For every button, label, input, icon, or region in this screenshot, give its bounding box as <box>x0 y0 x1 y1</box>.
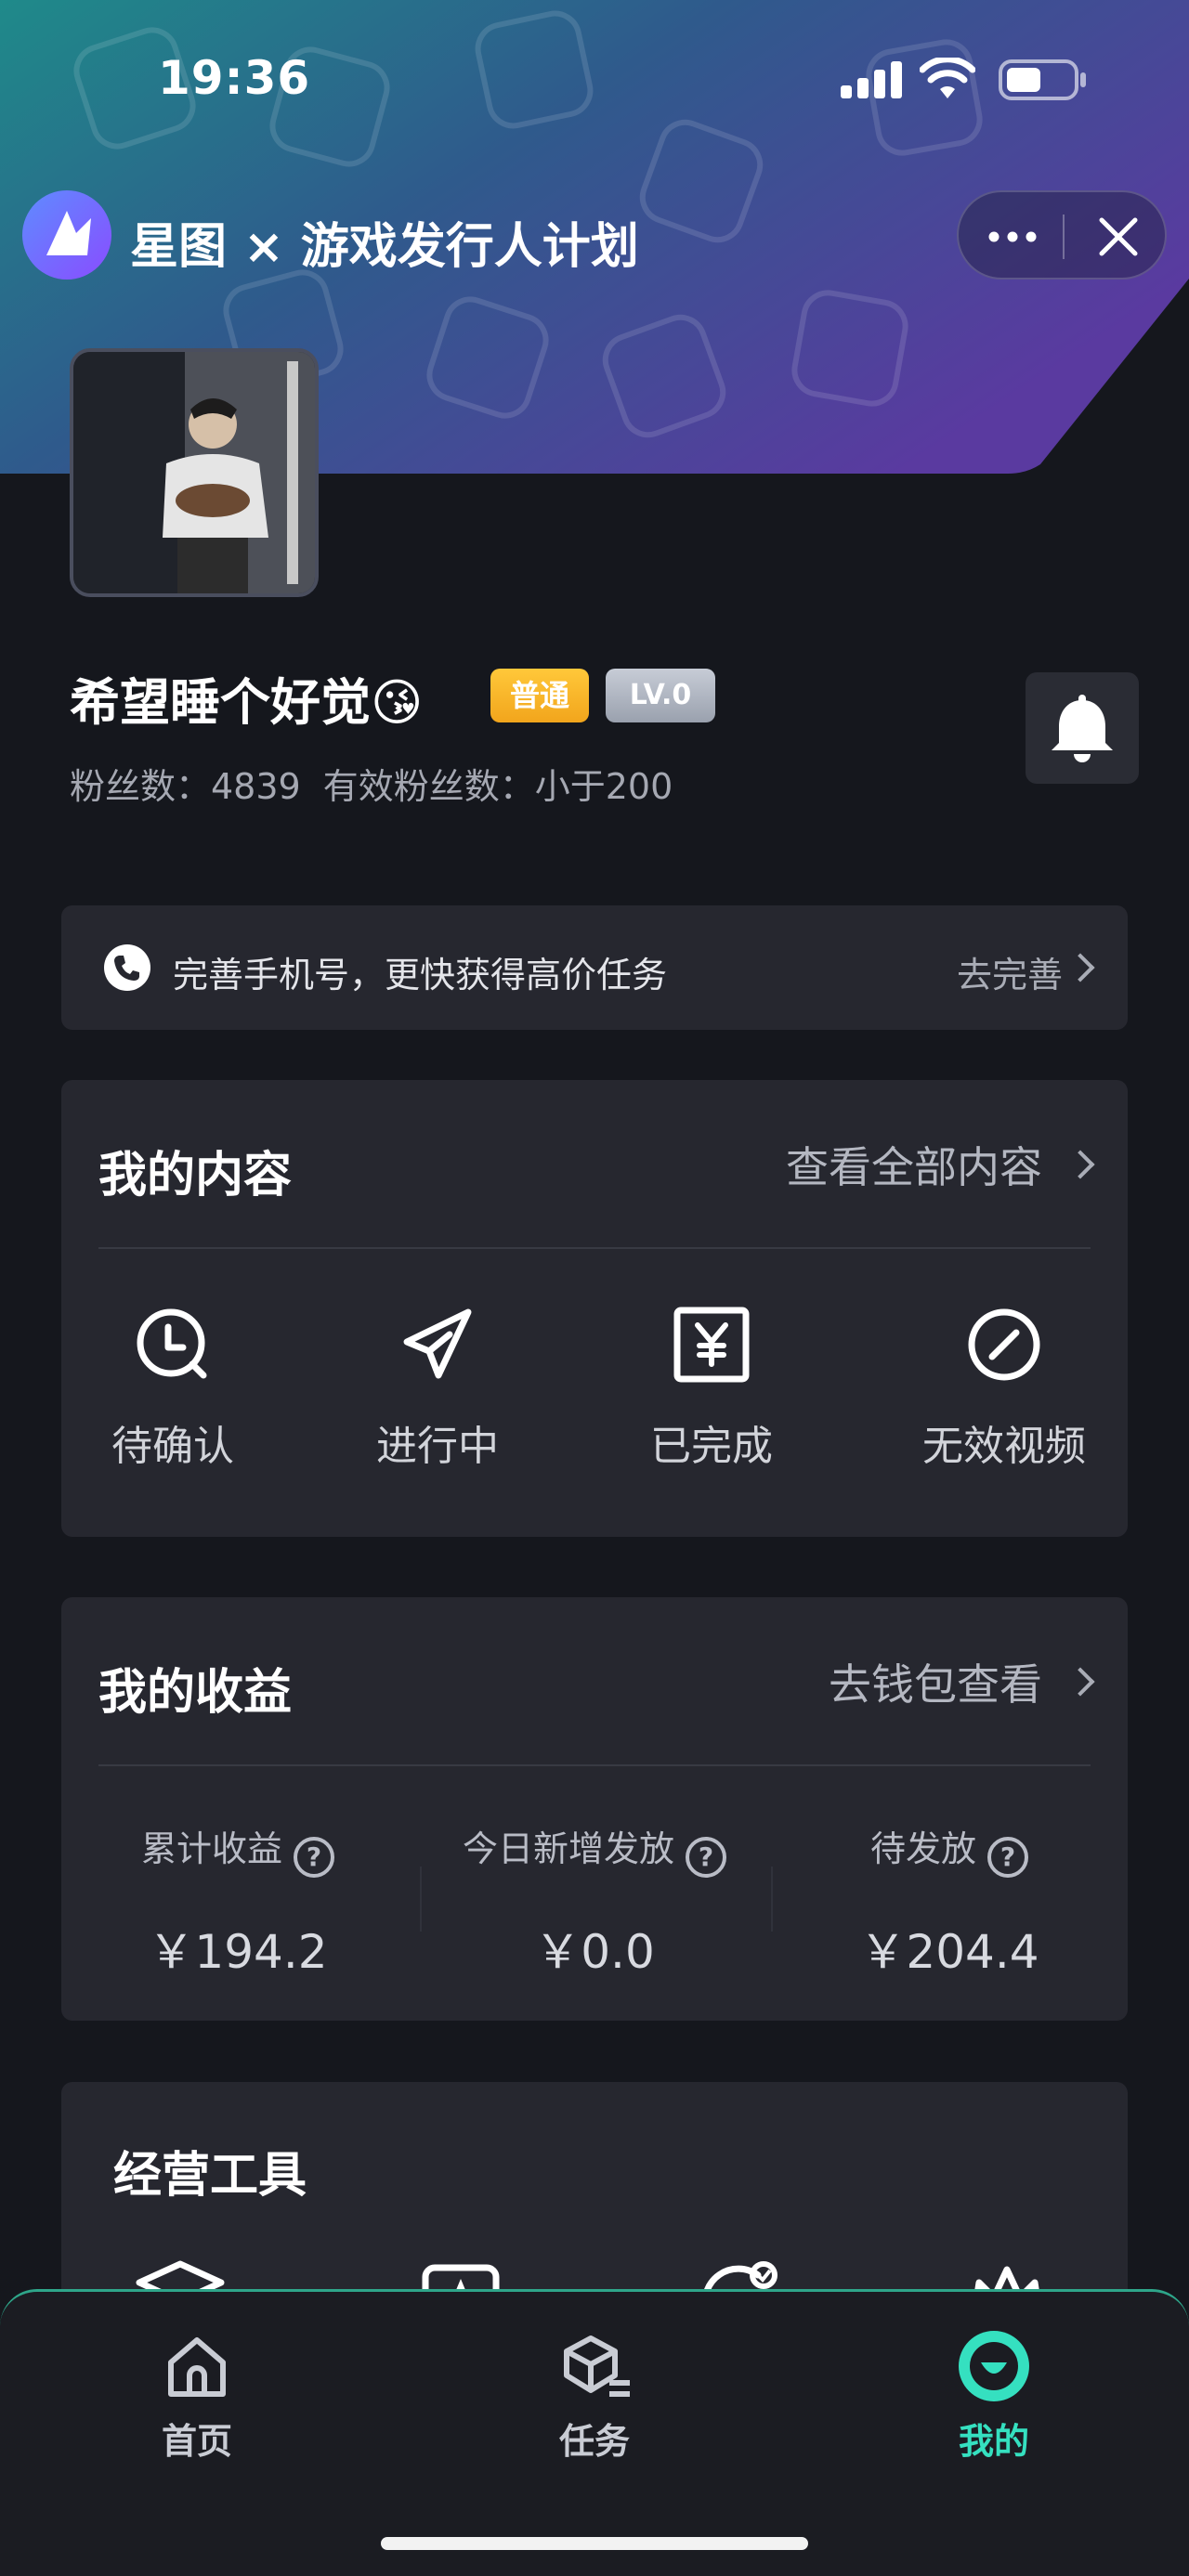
help-icon[interactable]: ? <box>686 1836 726 1878</box>
content-status-pending[interactable]: 待确认 <box>52 1303 294 1472</box>
content-status-label: 无效视频 <box>922 1423 1086 1470</box>
bottom-tab-bar: 首页 任务 我的 <box>0 2289 1189 2576</box>
bell-icon <box>1052 695 1113 762</box>
content-status-in-progress[interactable]: 进行中 <box>317 1303 558 1472</box>
earnings-label: 今日新增发放 <box>462 1828 674 1869</box>
fans-count: 粉丝数：4839 <box>70 766 301 807</box>
my-earnings-card: 我的收益 去钱包查看 累计收益? ￥194.2 今日新增发放? ￥0.0 待发放… <box>61 1597 1128 2021</box>
app-logo <box>22 190 111 280</box>
fans-stats: 粉丝数：4839 有效粉丝数：小于200 <box>70 758 695 809</box>
wifi-icon <box>920 58 975 98</box>
my-content-title: 我的内容 <box>98 1148 293 1203</box>
status-time: 19:36 <box>158 51 311 105</box>
my-earnings-title: 我的收益 <box>98 1665 293 1721</box>
phone-icon <box>104 944 150 991</box>
card-divider <box>98 1247 1091 1249</box>
mini-program-capsule <box>957 190 1167 280</box>
tab-label: 首页 <box>161 2421 232 2462</box>
content-status-label: 已完成 <box>650 1423 773 1470</box>
home-icon <box>168 2337 226 2397</box>
chevron-right-icon <box>1065 1667 1095 1697</box>
earnings-label: 累计收益 <box>140 1828 282 1869</box>
home-indicator <box>381 2537 808 2550</box>
tab-mine[interactable]: 我的 <box>901 2329 1087 2464</box>
go-wallet-link[interactable]: 去钱包查看 <box>829 1651 1042 1712</box>
mini-program-titlebar: 星图 × 游戏发行人计划 <box>0 190 1189 283</box>
earnings-total: 累计收益? ￥194.2 <box>61 1820 414 1982</box>
view-all-content-link[interactable]: 查看全部内容 <box>786 1134 1042 1195</box>
close-icon[interactable] <box>1094 213 1143 261</box>
level-badge: LV.0 <box>606 669 715 722</box>
earnings-value: ￥204.4 <box>859 1924 1039 1979</box>
earnings-pending: 待发放? ￥204.4 <box>773 1820 1126 1982</box>
chevron-right-icon <box>1065 953 1095 982</box>
capsule-divider <box>1063 215 1065 259</box>
earnings-value: ￥194.2 <box>148 1924 328 1979</box>
tab-label: 我的 <box>958 2421 1029 2462</box>
my-content-card: 我的内容 查看全部内容 待确认 进行中 已完成 无效视频 <box>61 1080 1128 1537</box>
help-icon[interactable]: ? <box>987 1836 1028 1878</box>
cellular-signal-icon <box>841 61 902 98</box>
clock-icon <box>137 1308 207 1379</box>
chevron-right-icon <box>1065 1150 1095 1179</box>
invalid-circle-icon <box>968 1308 1040 1381</box>
tab-tasks[interactable]: 任务 <box>502 2329 687 2464</box>
earnings-today: 今日新增发放? ￥0.0 <box>418 1820 771 1982</box>
battery-icon <box>999 59 1086 100</box>
business-tools-title: 经营工具 <box>113 2148 307 2204</box>
tab-home[interactable]: 首页 <box>104 2329 290 2464</box>
paper-plane-icon <box>403 1308 472 1379</box>
earnings-value: ￥0.0 <box>534 1924 655 1979</box>
content-status-label: 进行中 <box>376 1423 499 1470</box>
content-status-label: 待确认 <box>111 1423 234 1470</box>
tab-label: 任务 <box>558 2421 630 2462</box>
help-icon[interactable]: ? <box>294 1836 334 1878</box>
content-status-completed[interactable]: 已完成 <box>591 1303 832 1472</box>
notification-button[interactable] <box>1026 672 1139 784</box>
avatar[interactable] <box>70 348 319 597</box>
content-status-invalid[interactable]: 无效视频 <box>883 1303 1125 1472</box>
profile-icon <box>959 2331 1029 2401</box>
phone-completion-banner[interactable]: 完善手机号，更快获得高价任务 去完善 <box>61 905 1128 1030</box>
more-dots-icon[interactable] <box>985 220 1040 254</box>
effective-fans-count: 有效粉丝数：小于200 <box>322 766 673 807</box>
yen-receipt-icon <box>673 1307 750 1383</box>
status-bar: 19:36 <box>0 46 1189 111</box>
member-type-badge: 普通 <box>490 669 589 722</box>
task-box-icon <box>564 2335 630 2397</box>
username: 希望睡个好觉😘 <box>70 673 424 732</box>
phone-prompt-action[interactable]: 去完善 <box>957 946 1063 997</box>
phone-prompt-text: 完善手机号，更快获得高价任务 <box>173 955 668 995</box>
card-divider <box>98 1764 1091 1766</box>
earnings-label: 待发放 <box>869 1828 976 1869</box>
app-title: 星图 × 游戏发行人计划 <box>130 219 639 275</box>
